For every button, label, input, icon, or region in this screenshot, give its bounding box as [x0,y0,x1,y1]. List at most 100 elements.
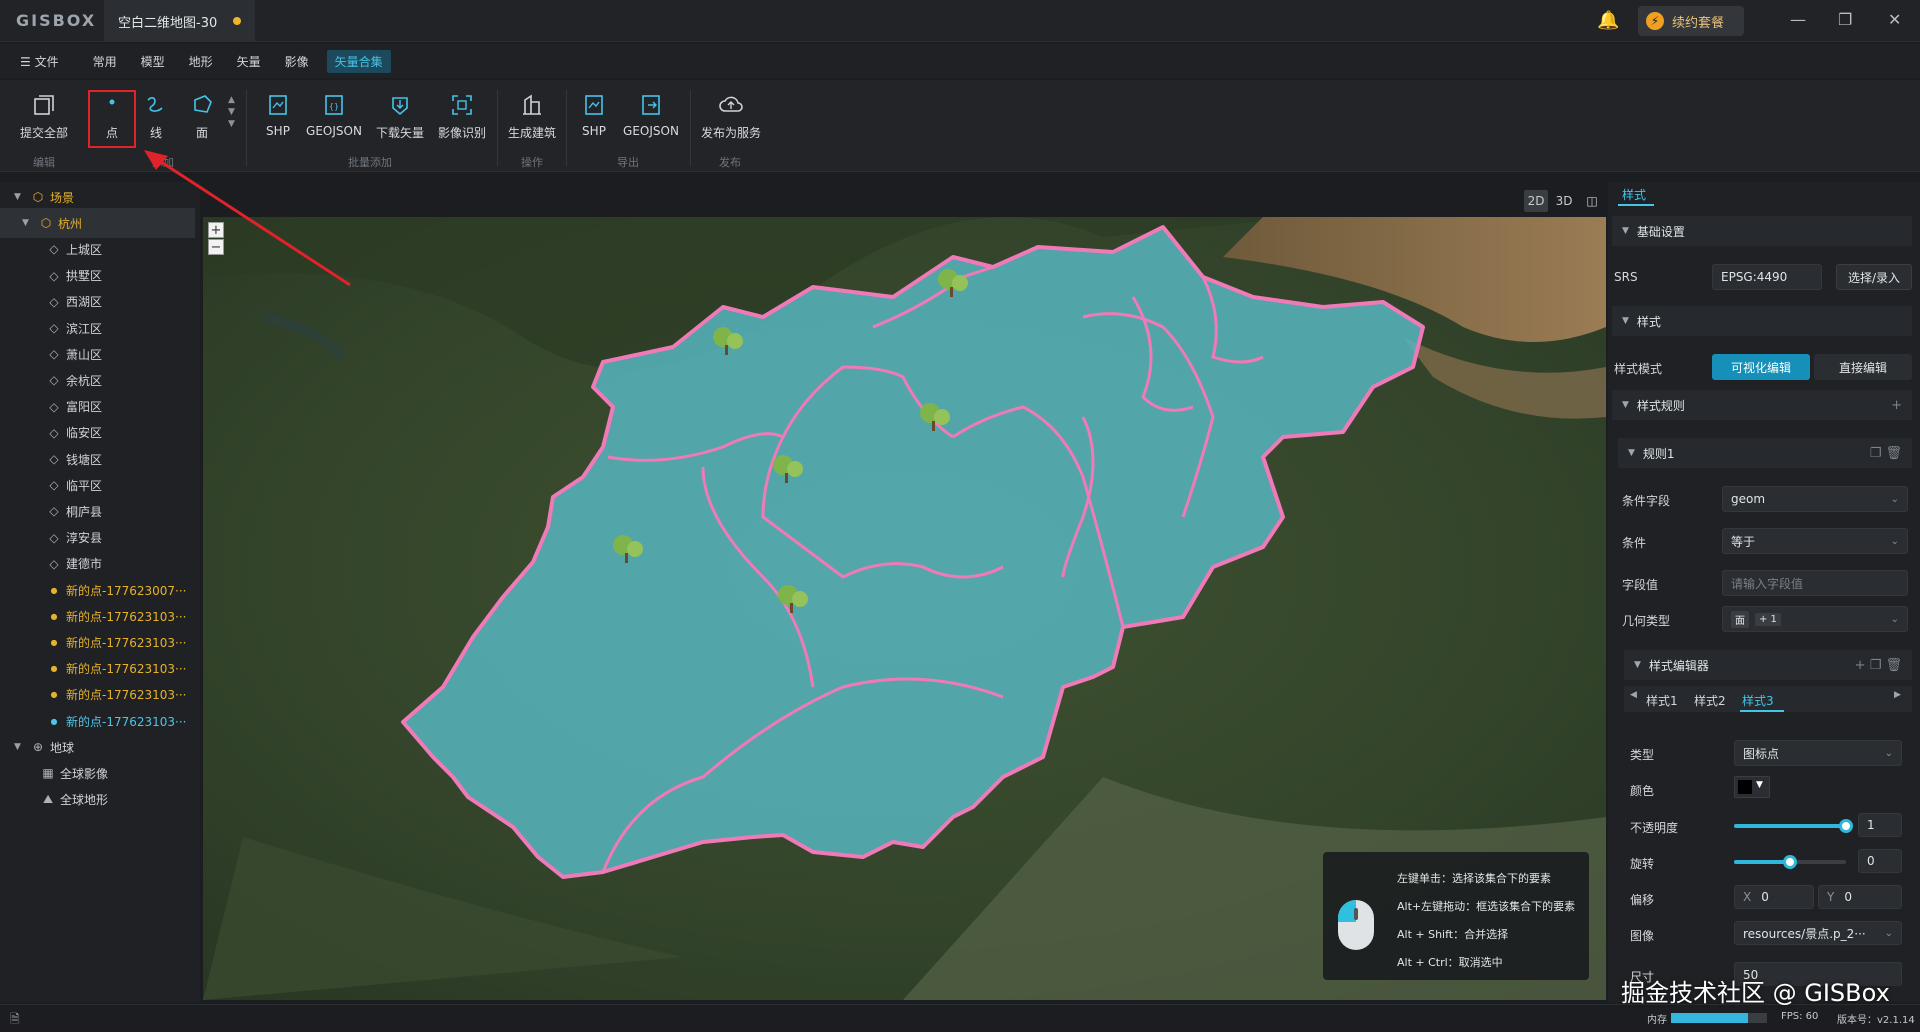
style-tab-1[interactable]: 样式1 [1646,692,1678,709]
menu-vector-collection[interactable]: 矢量合集 [326,49,391,73]
menu-model[interactable]: 模型 [129,53,177,70]
geometry-more-tag: + 1 [1755,612,1781,626]
submit-all-button[interactable]: 提交全部 [16,92,72,141]
polygon-layer-icon: ◇ [49,530,59,545]
cloud-upload-icon [719,96,743,112]
style-tab-2[interactable]: 样式2 [1694,692,1726,709]
type-select[interactable]: 图标点 ⌄ [1734,740,1902,766]
menu-imagery[interactable]: 影像 [273,53,321,70]
condition-label: 条件 [1622,536,1647,550]
tree-item-label: 全球影像 [60,766,109,781]
tabs-left-arrow-icon[interactable]: ◀ [1630,690,1637,700]
title-bar: GISBOX 空白二维地图-30 🔔 ⚡ 续约套餐 — ❐ ✕ [0,0,1920,42]
tree-item-label: 新的点-177623103··· [66,635,187,650]
offset-y-input[interactable]: Y0 [1818,885,1902,909]
split-view-icon[interactable]: ◫ [1580,190,1604,212]
shp-import-button[interactable]: SHP [260,92,296,138]
condition-select[interactable]: 等于 ⌄ [1722,528,1908,554]
shp-export-button[interactable]: SHP [576,92,612,138]
generate-building-button[interactable]: 生成建筑 [504,92,560,141]
expand-icon[interactable]: ▼ [14,742,24,752]
download-vector-button[interactable]: 下载矢量 [372,92,428,141]
chevron-down-icon: ⌄ [1884,927,1893,939]
cube-icon: ⬡ [32,190,44,204]
opacity-slider[interactable] [1734,819,1853,833]
tabs-right-arrow-icon[interactable]: ▶ [1894,690,1901,700]
menu-vector[interactable]: 矢量 [225,53,273,70]
mouse-icon [1338,900,1374,950]
rotation-slider-fill [1734,860,1790,864]
rotation-slider-knob[interactable] [1783,855,1797,869]
geometry-tag[interactable]: 面 [1731,610,1749,628]
terrain-icon: ⛰ [42,792,54,807]
image-select[interactable]: resources/景点.p_2··· ⌄ [1734,921,1902,945]
section-rule-1[interactable]: ▼ 规则1 ❐ 🗑 [1618,438,1912,468]
collapse-icon: ▼ [1628,448,1635,458]
srs-input[interactable]: EPSG:4490 [1712,264,1822,290]
selection-hint-panel: 左键单击：选择该集合下的要素 Alt+左键拖动：框选该集合下的要素 Alt + … [1323,852,1589,980]
menu-terrain[interactable]: 地形 [177,53,225,70]
opacity-input[interactable]: 1 [1858,813,1902,837]
tree-item-label: 临安区 [66,426,103,441]
rotation-slider[interactable] [1734,855,1846,869]
section-basic-settings[interactable]: ▼ 基础设置 [1612,216,1912,246]
bell-icon[interactable]: 🔔 [1597,10,1619,31]
add-polygon-button[interactable]: 面 [186,92,218,141]
publish-service-button[interactable]: 发布为服务 [698,92,764,141]
geometry-type-select[interactable]: 面 + 1 ⌄ [1722,606,1908,632]
offset-x-input[interactable]: X0 [1734,885,1814,909]
layer-tree: ▼ ⬡ 场景 ▼ ⬡ 杭州 ◇ 上城区 ◇ 拱墅区 ◇ 西湖区 ◇ 滨江区 ◇ 萧山区 ◇ 余杭区 ◇ 富阳区 ◇ 临安区… [0,182,200,1002]
document-tab[interactable]: 空白二维地图-30 [104,0,256,42]
section-style-rules[interactable]: ▼ 样式规则 + [1612,390,1912,420]
condition-field-select[interactable]: geom ⌄ [1722,486,1908,512]
tree-item-label: 余杭区 [66,373,103,388]
close-icon[interactable]: ✕ [1888,10,1901,29]
collapse-icon: ▼ [1622,400,1629,410]
watermark: 掘金技术社区 @ GISBox [1621,979,1890,1007]
image-label: 图像 [1630,929,1655,943]
tree-item-label: 富阳区 [66,400,103,415]
tab-style[interactable]: 样式 [1622,186,1646,203]
style-tab-underline [1740,710,1784,712]
view-3d-button[interactable]: 3D [1552,190,1576,212]
color-label: 颜色 [1630,784,1655,798]
ribbon-separator [497,90,498,166]
direct-edit-button[interactable]: 直接编辑 [1814,354,1912,380]
log-icon[interactable]: 🗎 [10,1010,20,1031]
add-line-button[interactable]: 线 [140,92,172,141]
image-recognition-button[interactable]: 影像识别 [434,92,490,141]
style-tab-3[interactable]: 样式3 [1742,692,1774,709]
memory-bar-fill [1671,1013,1748,1023]
tree-item-label: 钱塘区 [66,452,103,467]
srs-select-button[interactable]: 选择/录入 [1836,264,1912,290]
menu-common[interactable]: 常用 [81,53,129,70]
expand-icon[interactable]: ▼ [14,192,24,202]
geojson-export-button[interactable]: GEOJSON [620,92,682,138]
geojson-import-button[interactable]: {} GEOJSON [304,92,364,138]
globe-icon: ⊕ [32,740,44,755]
restore-icon[interactable]: ❐ [1838,10,1852,29]
style-editor-actions-icon[interactable]: + ❐ 🗑 [1855,658,1902,673]
field-value-input[interactable]: 请输入字段值 [1722,570,1908,596]
polygon-layer-icon: ◇ [49,294,59,309]
expand-icon[interactable]: ▼ [22,218,32,228]
point-button-highlight-box [88,90,136,148]
view-2d-button[interactable]: 2D [1524,190,1548,212]
menu-file[interactable]: ☰ 文件 [0,53,81,70]
minimize-icon[interactable]: — [1790,10,1806,29]
renew-button[interactable]: ⚡ 续约套餐 [1638,6,1744,36]
tree-global-terrain[interactable]: ⛰ 全球地形 [0,785,195,815]
shp-file-icon [269,95,287,115]
ribbon-scroll-arrows[interactable]: ▲ ▼ ▼ [228,94,235,130]
rule-copy-delete-icon[interactable]: ❐ 🗑 [1870,446,1902,461]
tree-item-label: 滨江区 [66,321,103,336]
opacity-slider-knob[interactable] [1839,819,1853,833]
ribbon-separator [690,90,691,166]
point-layer-icon: ● [50,611,58,621]
visual-edit-button[interactable]: 可视化编辑 [1712,354,1810,380]
rotation-input[interactable]: 0 [1858,849,1902,873]
section-style[interactable]: ▼ 样式 [1612,306,1912,336]
section-style-editor[interactable]: ▼ 样式编辑器 + ❐ 🗑 [1624,650,1912,680]
color-picker[interactable]: ▼ [1734,776,1770,798]
add-rule-icon[interactable]: + [1891,398,1902,413]
